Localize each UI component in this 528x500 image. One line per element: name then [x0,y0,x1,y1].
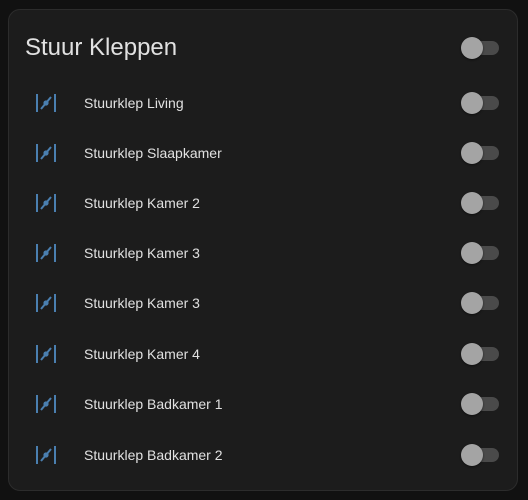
valve-icon [36,194,56,212]
entity-row-badkamer-2[interactable]: Stuurklep Badkamer 2 [9,430,517,480]
entity-row-kamer-3b[interactable]: Stuurklep Kamer 3 [9,278,517,328]
entity-label: Stuurklep Badkamer 1 [84,396,223,412]
entity-label: Stuurklep Living [84,95,184,111]
toggle-thumb [461,242,483,264]
toggle-thumb [461,444,483,466]
valve-icon [36,244,56,262]
valve-icon [36,144,56,162]
entity-toggle[interactable] [461,444,501,466]
entity-toggle[interactable] [461,142,501,164]
toggle-thumb [461,37,483,59]
valve-icon [36,446,56,464]
entity-row-badkamer-1[interactable]: Stuurklep Badkamer 1 [9,379,517,429]
entities-card: Stuur Kleppen Stuurklep Living Stuurklep… [8,9,518,491]
card-header: Stuur Kleppen [9,10,517,86]
entity-toggle[interactable] [461,192,501,214]
toggle-thumb [461,393,483,415]
master-toggle[interactable] [461,37,501,59]
entity-label: Stuurklep Slaapkamer [84,145,222,161]
entity-label: Stuurklep Kamer 3 [84,295,200,311]
valve-icon [36,294,56,312]
toggle-thumb [461,292,483,314]
entity-toggle[interactable] [461,292,501,314]
entity-toggle[interactable] [461,343,501,365]
valve-icon [36,395,56,413]
entity-label: Stuurklep Kamer 2 [84,195,200,211]
card-title: Stuur Kleppen [25,34,178,61]
valve-icon [36,94,56,112]
entity-label: Stuurklep Kamer 3 [84,245,200,261]
entity-label: Stuurklep Kamer 4 [84,346,200,362]
entity-row-kamer-4[interactable]: Stuurklep Kamer 4 [9,329,517,379]
entity-toggle[interactable] [461,393,501,415]
valve-icon [36,345,56,363]
entity-toggle[interactable] [461,242,501,264]
toggle-thumb [461,192,483,214]
toggle-thumb [461,142,483,164]
entity-label: Stuurklep Badkamer 2 [84,447,223,463]
entity-row-living[interactable]: Stuurklep Living [9,78,517,128]
toggle-thumb [461,92,483,114]
entity-toggle[interactable] [461,92,501,114]
toggle-thumb [461,343,483,365]
entity-row-kamer-2[interactable]: Stuurklep Kamer 2 [9,178,517,228]
entity-row-slaapkamer[interactable]: Stuurklep Slaapkamer [9,128,517,178]
entity-row-kamer-3[interactable]: Stuurklep Kamer 3 [9,228,517,278]
